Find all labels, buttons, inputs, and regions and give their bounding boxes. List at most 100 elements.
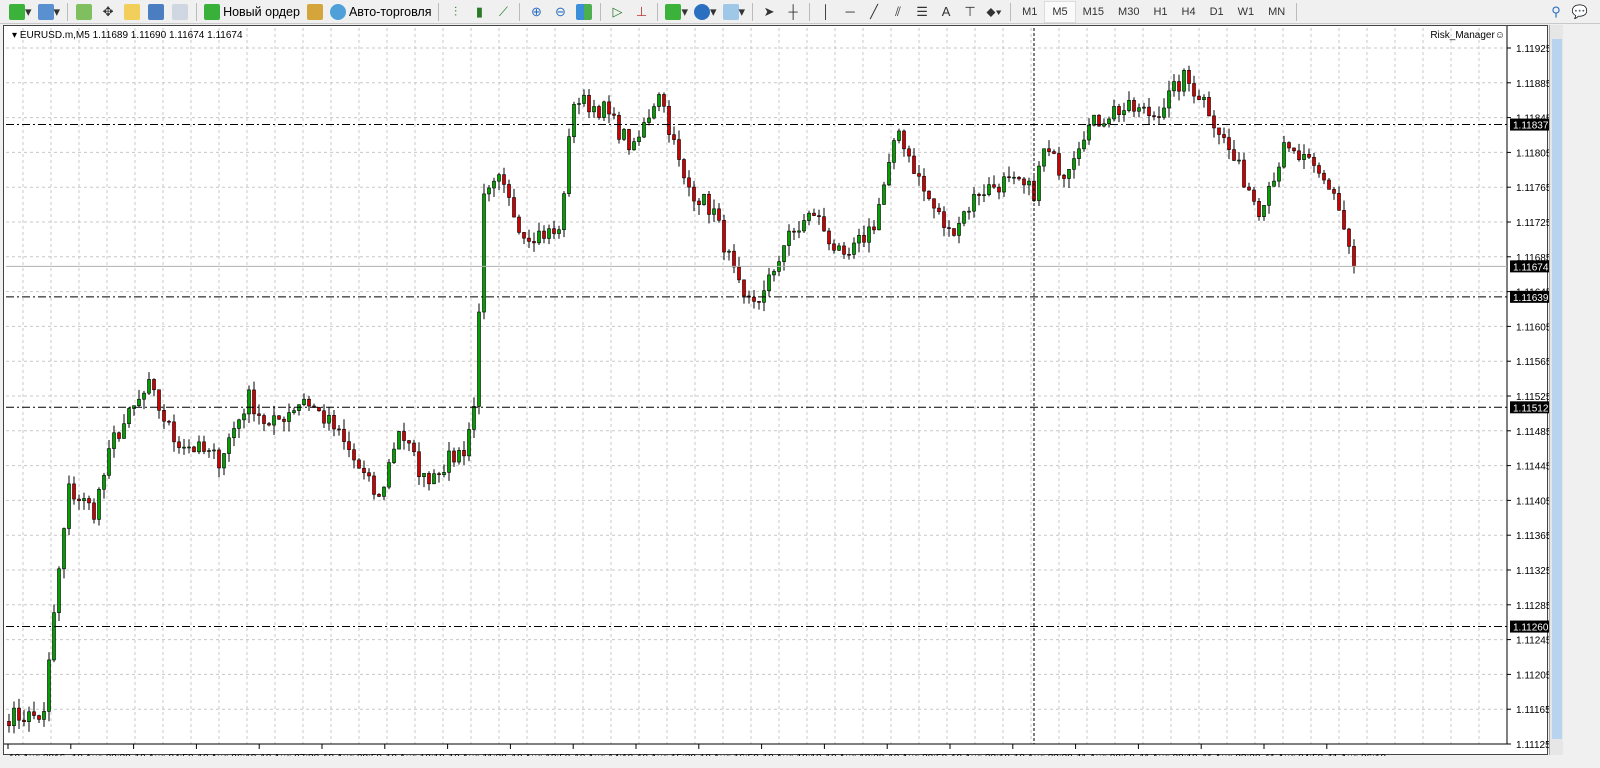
vertical-line-tool[interactable]: │ xyxy=(814,1,838,23)
terminal-button[interactable] xyxy=(144,1,168,23)
candle-bull xyxy=(467,429,471,457)
folder-star-icon xyxy=(124,3,141,20)
equidistant-channel-tool[interactable]: ⫽ xyxy=(886,1,910,23)
y-tick-label: 1.11405 xyxy=(1516,496,1549,507)
candle-bear xyxy=(792,230,796,233)
side-scrollbar[interactable] xyxy=(1549,25,1563,755)
horizontal-line-tool[interactable]: ─ xyxy=(838,1,862,23)
x-tick-label: 10 Aug 16:50 xyxy=(700,753,759,756)
candle-bull xyxy=(387,462,391,488)
candle-bull xyxy=(1272,180,1276,187)
chart-window[interactable]: 1.119251.118851.118451.118051.117651.117… xyxy=(3,25,1549,756)
clock-icon xyxy=(694,3,711,20)
timeframe-m5[interactable]: M5 xyxy=(1044,0,1076,23)
candle-bear xyxy=(362,467,366,474)
candle-bull xyxy=(1077,148,1081,159)
data-window-button[interactable]: ✥ xyxy=(96,1,120,23)
bar-chart-button[interactable]: ⫶ xyxy=(443,1,467,23)
auto-trading-button[interactable]: Авто-торговля xyxy=(327,1,435,23)
timeframe-m15[interactable]: M15 xyxy=(1076,1,1111,23)
candle-bull xyxy=(47,659,51,712)
navigator-button[interactable] xyxy=(120,1,144,23)
candle-bull xyxy=(712,208,716,215)
candle-bull xyxy=(957,222,961,236)
market-watch-button[interactable] xyxy=(72,1,96,23)
chat-button[interactable]: 💬 xyxy=(1568,1,1592,23)
candle-bull xyxy=(382,486,386,497)
line-chart-button[interactable]: ⟋ xyxy=(491,1,515,23)
timeframe-h1[interactable]: H1 xyxy=(1146,1,1174,23)
candle-bear xyxy=(1312,157,1316,166)
arrows-tool[interactable]: ⬥▾ xyxy=(982,1,1006,23)
templates-icon xyxy=(722,3,739,20)
candle-bear xyxy=(7,721,11,727)
zoom-out-button[interactable]: ⊖ xyxy=(548,1,572,23)
candle-bull xyxy=(57,568,61,613)
candle-bull xyxy=(562,193,566,231)
chart-header: ▾ EURUSD.m,M5 1.11689 1.11690 1.11674 1.… xyxy=(12,30,243,41)
text-tool[interactable]: A xyxy=(934,1,958,23)
candle-bear xyxy=(1177,81,1181,92)
candle-bear xyxy=(337,428,341,431)
new-order-button[interactable]: Новый ордер xyxy=(201,1,303,23)
candle-bear xyxy=(417,451,421,477)
candle-bull xyxy=(1302,154,1306,160)
tile-windows-button[interactable] xyxy=(572,1,596,23)
text-label-tool[interactable]: ⊤ xyxy=(958,1,982,23)
x-tick-label: 10 Aug 20:50 xyxy=(888,753,947,756)
price-tag-label: 1.11837 xyxy=(1513,121,1549,132)
candle-bear xyxy=(72,483,76,500)
timeframe-h4[interactable]: H4 xyxy=(1175,1,1203,23)
candle-bear xyxy=(662,94,666,107)
candle-bear xyxy=(1022,178,1026,186)
candlestick-button[interactable]: ▮ xyxy=(467,1,491,23)
candle-bull xyxy=(1112,106,1116,120)
candle-bear xyxy=(1207,97,1211,117)
candle-bull xyxy=(1072,158,1076,170)
periods-button[interactable]: ▾ xyxy=(691,1,720,23)
templates-button[interactable]: ▾ xyxy=(720,1,749,23)
price-chart[interactable]: 1.119251.118851.118451.118051.117651.117… xyxy=(4,26,1549,756)
candle-bear xyxy=(692,186,696,202)
candle-bull xyxy=(1237,159,1241,162)
indicators-button[interactable]: ▾ xyxy=(662,1,691,23)
scrollbar-thumb[interactable] xyxy=(1552,39,1562,739)
trendline-tool[interactable]: ╱ xyxy=(862,1,886,23)
candle-bull xyxy=(487,187,491,195)
cursor-tool[interactable]: ➤ xyxy=(757,1,781,23)
candle-bear xyxy=(152,379,156,391)
candle-bull xyxy=(632,141,636,151)
book-icon xyxy=(306,3,323,20)
search-button[interactable]: ⚲ xyxy=(1544,1,1568,23)
candle-bull xyxy=(767,274,771,292)
y-tick-label: 1.11445 xyxy=(1516,462,1549,473)
timeframe-d1[interactable]: D1 xyxy=(1203,1,1231,23)
candle-bear xyxy=(1057,153,1061,176)
candle-bull xyxy=(137,398,141,406)
x-tick-label: 11 Aug 04:50 xyxy=(1265,753,1324,756)
chart-shift-button[interactable]: ▷ xyxy=(605,1,629,23)
crosshair-tool[interactable]: ┼ xyxy=(781,1,805,23)
timeframe-m30[interactable]: M30 xyxy=(1111,1,1146,23)
candle-bull xyxy=(1167,90,1171,109)
fibonacci-tool[interactable]: ☰ xyxy=(910,1,934,23)
autoscroll-button[interactable]: ⊥ xyxy=(629,1,653,23)
y-tick-label: 1.11805 xyxy=(1516,148,1549,159)
new-chart-button[interactable]: ▾ xyxy=(6,1,35,23)
candle-bull xyxy=(982,194,986,196)
timeframe-w1[interactable]: W1 xyxy=(1231,1,1262,23)
candle-bear xyxy=(842,245,846,255)
timeframe-m1[interactable]: M1 xyxy=(1015,1,1044,23)
strategy-tester-button[interactable] xyxy=(168,1,192,23)
candle-bull xyxy=(397,431,401,450)
candle-bear xyxy=(527,237,531,242)
x-tick-label: 10 Aug 06:10 xyxy=(197,753,256,756)
y-tick-label: 1.11765 xyxy=(1516,183,1549,194)
candle-bull xyxy=(1042,148,1046,167)
candle-bear xyxy=(1062,174,1066,179)
timeframe-mn[interactable]: MN xyxy=(1261,1,1292,23)
metaeditor-button[interactable] xyxy=(303,1,327,23)
candle-bear xyxy=(352,449,356,461)
profiles-button[interactable]: ▾ xyxy=(35,1,64,23)
zoom-in-button[interactable]: ⊕ xyxy=(524,1,548,23)
